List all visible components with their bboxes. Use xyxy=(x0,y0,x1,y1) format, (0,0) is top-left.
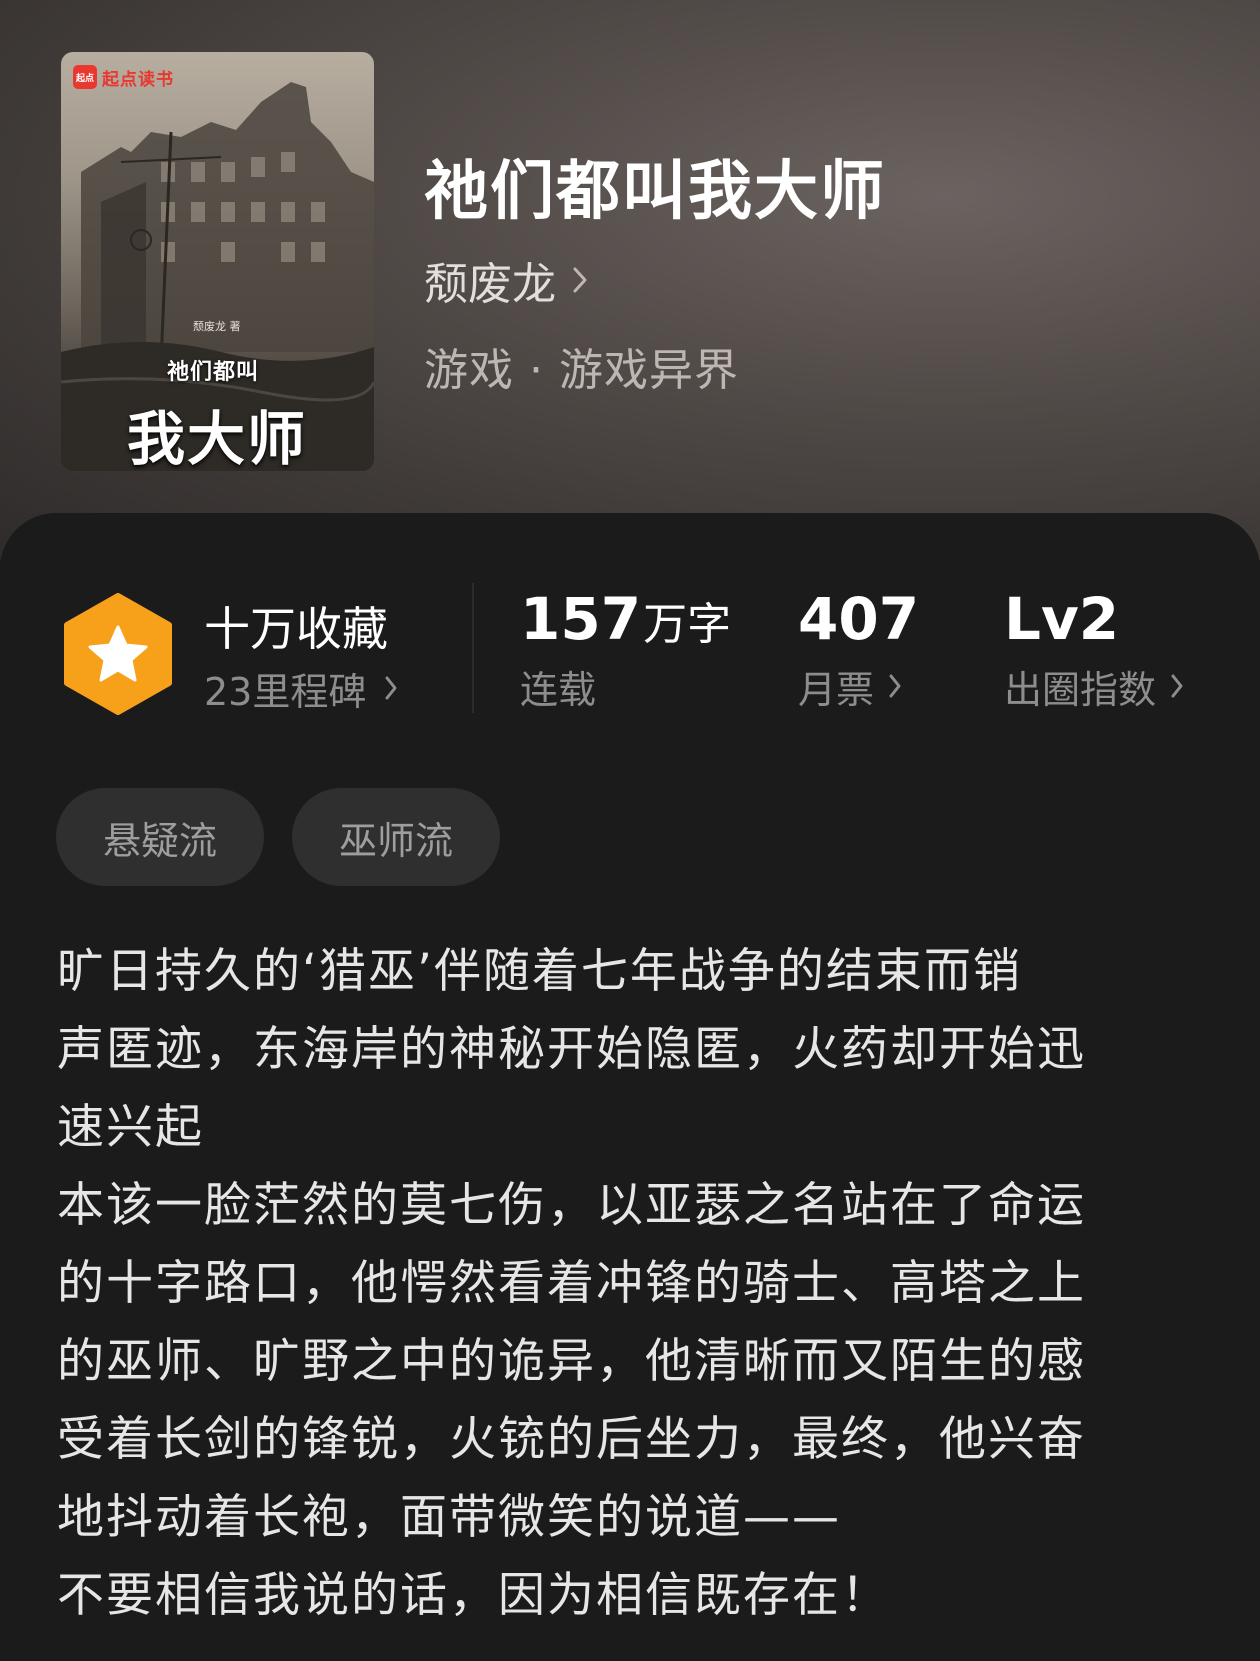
chevron-right-icon xyxy=(573,267,587,293)
cover-title-line1: 祂们都叫 xyxy=(167,360,260,385)
synopsis-line: 声匿迹，东海岸的神秘开始隐匿，火药却开始迅 xyxy=(57,1022,1086,1077)
breakout-index-label: 出圈指数 xyxy=(1004,667,1157,712)
book-genre[interactable]: 游戏 · 游戏异界 xyxy=(424,334,739,398)
milestones-link[interactable]: 23里程碑 xyxy=(204,663,398,714)
synopsis-line: 不要相信我说的话，因为相信既存在！ xyxy=(57,1568,890,1623)
monthly-tickets-value: 407 xyxy=(798,585,920,653)
serial-status: 连载 xyxy=(520,667,597,712)
breakout-index-stat[interactable]: Lv2 出圈指数 xyxy=(1004,585,1184,712)
book-detail-page: 起点 起点读书 颓废龙 著 祂们都叫 我大师 祂们都叫我大师 颓废龙 游戏 · … xyxy=(0,0,1260,1661)
synopsis-line: 的十字路口，他愕然看着冲锋的骑士、高塔之上 xyxy=(57,1256,1086,1311)
tag-chip[interactable]: 悬疑流 xyxy=(56,788,264,886)
author-name: 颓废龙 xyxy=(424,259,556,310)
chevron-right-icon xyxy=(1171,674,1183,698)
synopsis-line: 地抖动着长袍，面带微笑的说道—— xyxy=(57,1490,841,1545)
word-count-value: 157 xyxy=(520,585,642,653)
synopsis-line: 的巫师、旷野之中的诡异，他清晰而又陌生的感 xyxy=(57,1334,1086,1389)
tag-chip[interactable]: 巫师流 xyxy=(292,788,500,886)
milestones-text: 23里程碑 xyxy=(204,669,367,714)
book-info-panel: 十万收藏 23里程碑 157 万字 连载 407 月票 Lv2 出圈指数 悬疑流… xyxy=(0,513,1260,1661)
tag-list: 悬疑流 巫师流 xyxy=(56,788,500,886)
book-synopsis: 旷日持久的‘猎巫’伴随着七年战争的结束而销 声匿迹，东海岸的神秘开始隐匿，火药却… xyxy=(57,933,1217,1635)
cover-brand-text: 起点读书 xyxy=(102,69,174,90)
author-link[interactable]: 颓废龙 xyxy=(424,250,588,310)
breakout-index-value: Lv2 xyxy=(1004,585,1120,653)
favorites-label: 十万收藏 xyxy=(204,602,388,656)
favorites-star-badge-icon xyxy=(64,593,172,715)
synopsis-line: 旷日持久的‘猎巫’伴随着七年战争的结束而销 xyxy=(57,944,1022,999)
qidian-logo-icon: 起点 xyxy=(73,65,97,89)
monthly-tickets-label: 月票 xyxy=(798,667,875,712)
book-header: 起点 起点读书 颓废龙 著 祂们都叫 我大师 祂们都叫我大师 颓废龙 游戏 · … xyxy=(0,0,1260,560)
book-title: 祂们都叫我大师 xyxy=(424,155,886,229)
chevron-right-icon xyxy=(385,676,397,700)
word-count-unit: 万字 xyxy=(643,599,732,650)
book-cover[interactable]: 起点 起点读书 颓废龙 著 祂们都叫 我大师 xyxy=(61,52,374,471)
monthly-tickets-stat[interactable]: 407 月票 xyxy=(798,585,920,712)
synopsis-line: 速兴起 xyxy=(57,1100,204,1155)
word-count-stat: 157 万字 连载 xyxy=(520,585,732,712)
cover-title-line2: 我大师 xyxy=(127,405,308,471)
cover-brand-badge: 起点 起点读书 xyxy=(73,64,174,90)
chevron-right-icon xyxy=(889,674,901,698)
stats-divider xyxy=(472,583,474,713)
synopsis-line: 本该一脸茫然的莫七伤，以亚瑟之名站在了命运 xyxy=(57,1178,1086,1233)
cover-author-text: 颓废龙 著 xyxy=(193,320,241,333)
synopsis-line: 受着长剑的锋锐，火铳的后坐力，最终，他兴奋 xyxy=(57,1412,1086,1467)
